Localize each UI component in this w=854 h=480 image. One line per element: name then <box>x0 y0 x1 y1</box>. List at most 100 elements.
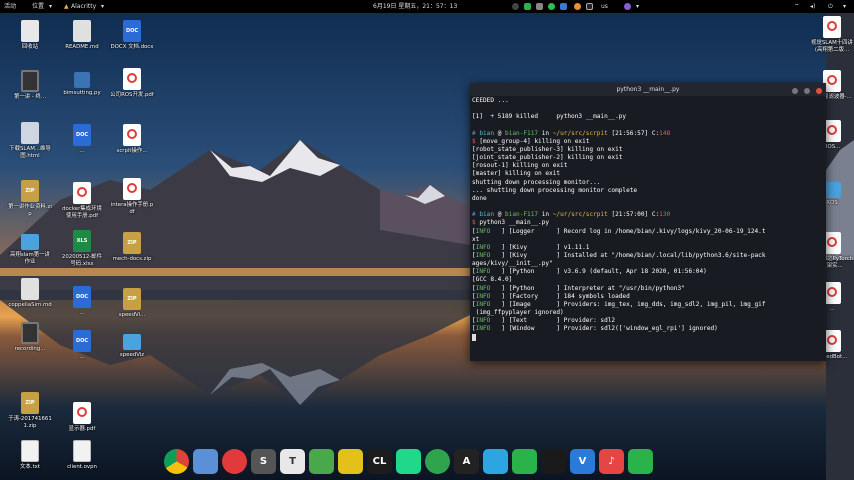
dock: S T CL A V ♪ <box>160 445 680 480</box>
desktop-icon-md[interactable]: coppeliaSim.md <box>8 278 52 309</box>
terminal-output[interactable]: CEEDED ... [1] + 5189 killed python3 __m… <box>470 96 826 360</box>
desktop-icon-pdf[interactable]: intera操作手册.pdf <box>110 178 154 215</box>
desktop-icon-label: recording... <box>14 346 46 352</box>
desktop-icon-label: bimsutting.py <box>63 90 101 96</box>
terminal-text: (img_ffpyplayer ignored) <box>472 309 564 317</box>
terminal-text: ] [Python ] v3.6.9 (default, Apr 18 2020… <box>490 268 707 276</box>
vscode-icon[interactable]: V <box>570 449 595 474</box>
desktop-icon-txt[interactable]: client.ovpn <box>60 440 104 471</box>
desktop-icon-folder[interactable]: 高翔slam第一讲作业 <box>8 230 52 265</box>
chrome-icon[interactable] <box>164 449 189 474</box>
clion-icon[interactable]: CL <box>367 449 392 474</box>
wechat-2-icon[interactable] <box>628 449 653 474</box>
desktop-icon-video[interactable]: 第一讲 - 终... <box>8 70 52 101</box>
desktop-icon-label: 文本.txt <box>20 464 40 470</box>
terminal-titlebar[interactable]: python3 __main__.py <box>470 83 826 96</box>
terminal-text: bian <box>479 129 495 137</box>
app-menu[interactable]: Alacritty <box>71 2 96 11</box>
terminal-window[interactable]: python3 __main__.py CEEDED ... [1] + 518… <box>470 83 826 361</box>
desktop-icon-doc[interactable]: DOC... <box>60 124 104 155</box>
dock-glyph <box>425 449 450 474</box>
tray-blue-icon[interactable] <box>560 3 567 10</box>
loading-ring-icon[interactable] <box>425 449 450 474</box>
music-icon[interactable]: ♪ <box>599 449 624 474</box>
desktop-icon-label: 20200512-邮件号码.xlsx <box>61 254 103 267</box>
desktop-icon-md[interactable]: README.md <box>60 20 104 51</box>
system-menu-chevron-icon[interactable]: ▾ <box>843 2 846 11</box>
tray-circle-icon[interactable] <box>512 3 519 10</box>
desktop-icon-pdf[interactable]: 公司ROS开发.pdf <box>110 68 154 99</box>
wechat-icon[interactable] <box>512 449 537 474</box>
terminal-text: 130 <box>659 211 671 219</box>
desktop-icon-pdf[interactable]: docker集成环境使用手册.pdf <box>60 182 104 219</box>
desktop-icon-doc[interactable]: DOC... <box>60 286 104 317</box>
desktop-icon-label: 公司ROS开发.pdf <box>110 92 154 98</box>
desktop-icon-trash[interactable]: 回收站 <box>8 20 52 51</box>
terminal-text: bian-F117 <box>505 129 539 137</box>
desktop-icon-folder[interactable]: speedViz <box>110 330 154 359</box>
netease-music-icon[interactable] <box>222 449 247 474</box>
status-menu-chevron-icon[interactable]: ▾ <box>636 2 639 11</box>
dock-glyph: S <box>259 456 268 467</box>
tray-wechat-icon[interactable] <box>524 3 531 10</box>
desktop-icon-pdf[interactable]: 显示器.pdf <box>60 402 104 433</box>
alacritty-app-icon: ▲ <box>64 3 69 10</box>
desktop-icon-txt[interactable]: 文本.txt <box>8 440 52 471</box>
desktop-icon-pdf[interactable]: scrpit操作... <box>110 124 154 155</box>
colorful-app-icon[interactable] <box>338 449 363 474</box>
power-icon[interactable]: ⏻ <box>828 2 833 11</box>
places-menu[interactable]: 位置 <box>32 2 44 11</box>
maximize-icon[interactable] <box>804 88 811 94</box>
desktop-icon-zip[interactable]: ZIP mech-docs.zip <box>110 232 154 263</box>
file-manager-icon[interactable] <box>193 449 218 474</box>
puzzle-app-icon[interactable] <box>309 449 334 474</box>
network-icon[interactable]: ⌔ <box>794 2 800 11</box>
desktop-icon-label: 下载SLAM...维导图.html <box>9 146 51 159</box>
terminal-line: [rosout-1] killing on exit <box>472 162 824 170</box>
desktop-icon-label: intera操作手册.pdf <box>110 202 154 215</box>
desktop-icon-doc[interactable]: DOC DOCX 文档.docx <box>110 20 154 51</box>
desktop-icon-pdf[interactable]: 视觉SLAM十四讲(高翔第二版... <box>810 16 854 53</box>
zip-file-icon: ZIP <box>123 288 141 310</box>
tray-app-icon[interactable] <box>536 3 543 10</box>
tray-purple-icon[interactable] <box>624 3 631 10</box>
tray-green-icon[interactable] <box>548 3 555 10</box>
terminal-line: [joint_state_publisher-2] killing on exi… <box>472 154 824 162</box>
terminal-text: ] [Kivy ] v1.11.1 <box>490 243 590 251</box>
desktop-icon-video[interactable]: recording... <box>8 322 52 353</box>
close-icon[interactable] <box>816 88 822 94</box>
terminal-text: xt <box>472 235 480 243</box>
tray-penguin-icon[interactable] <box>586 3 593 10</box>
alacritty-icon[interactable]: A <box>454 449 479 474</box>
terminal-text: INFO <box>475 227 491 235</box>
telegram-icon[interactable] <box>483 449 508 474</box>
dock-glyph: A <box>462 456 471 467</box>
activities-button[interactable]: 活动 <box>4 2 16 11</box>
desktop-icon-zip[interactable]: ZIP 第一讲作业资料.zip <box>8 180 52 217</box>
clock[interactable]: 6月19日 星期五，21：57：13 <box>373 2 457 11</box>
places-chevron-icon[interactable]: ▾ <box>49 2 52 11</box>
minimize-icon[interactable] <box>792 88 799 94</box>
terminal-text: [21:57:00] <box>607 211 652 219</box>
desktop-icon-doc[interactable]: DOC... <box>60 330 104 361</box>
desktop-icon-zip[interactable]: ZIP speedVi... <box>110 288 154 319</box>
terminal-line: shutting down processing monitor... <box>472 179 824 187</box>
desktop-icon-html[interactable]: 下载SLAM...维导图.html <box>8 122 52 159</box>
volume-icon[interactable]: ◂) <box>810 2 815 11</box>
doc-file-icon: DOC <box>73 124 91 146</box>
qq-icon[interactable] <box>541 449 566 474</box>
desktop-icon-xls[interactable]: XLS 20200512-邮件号码.xlsx <box>60 230 104 267</box>
tray-orange-icon[interactable] <box>574 3 581 10</box>
dock-glyph <box>309 449 334 474</box>
app-menu-chevron-icon[interactable]: ▾ <box>101 2 104 11</box>
pycharm-icon[interactable] <box>396 449 421 474</box>
typora-icon[interactable]: T <box>280 449 305 474</box>
pdf-file-icon <box>123 68 141 90</box>
folder-file-icon <box>21 234 39 250</box>
desktop-icon-py[interactable]: bimsutting.py <box>60 68 104 97</box>
s-app-icon[interactable]: S <box>251 449 276 474</box>
keyboard-layout-indicator[interactable]: us <box>601 2 608 11</box>
desktop-icon-zip[interactable]: ZIP 于涛-2017416611.zip <box>8 392 52 429</box>
terminal-text: [21:56:57] <box>607 129 652 137</box>
terminal-text: INFO <box>475 300 491 308</box>
